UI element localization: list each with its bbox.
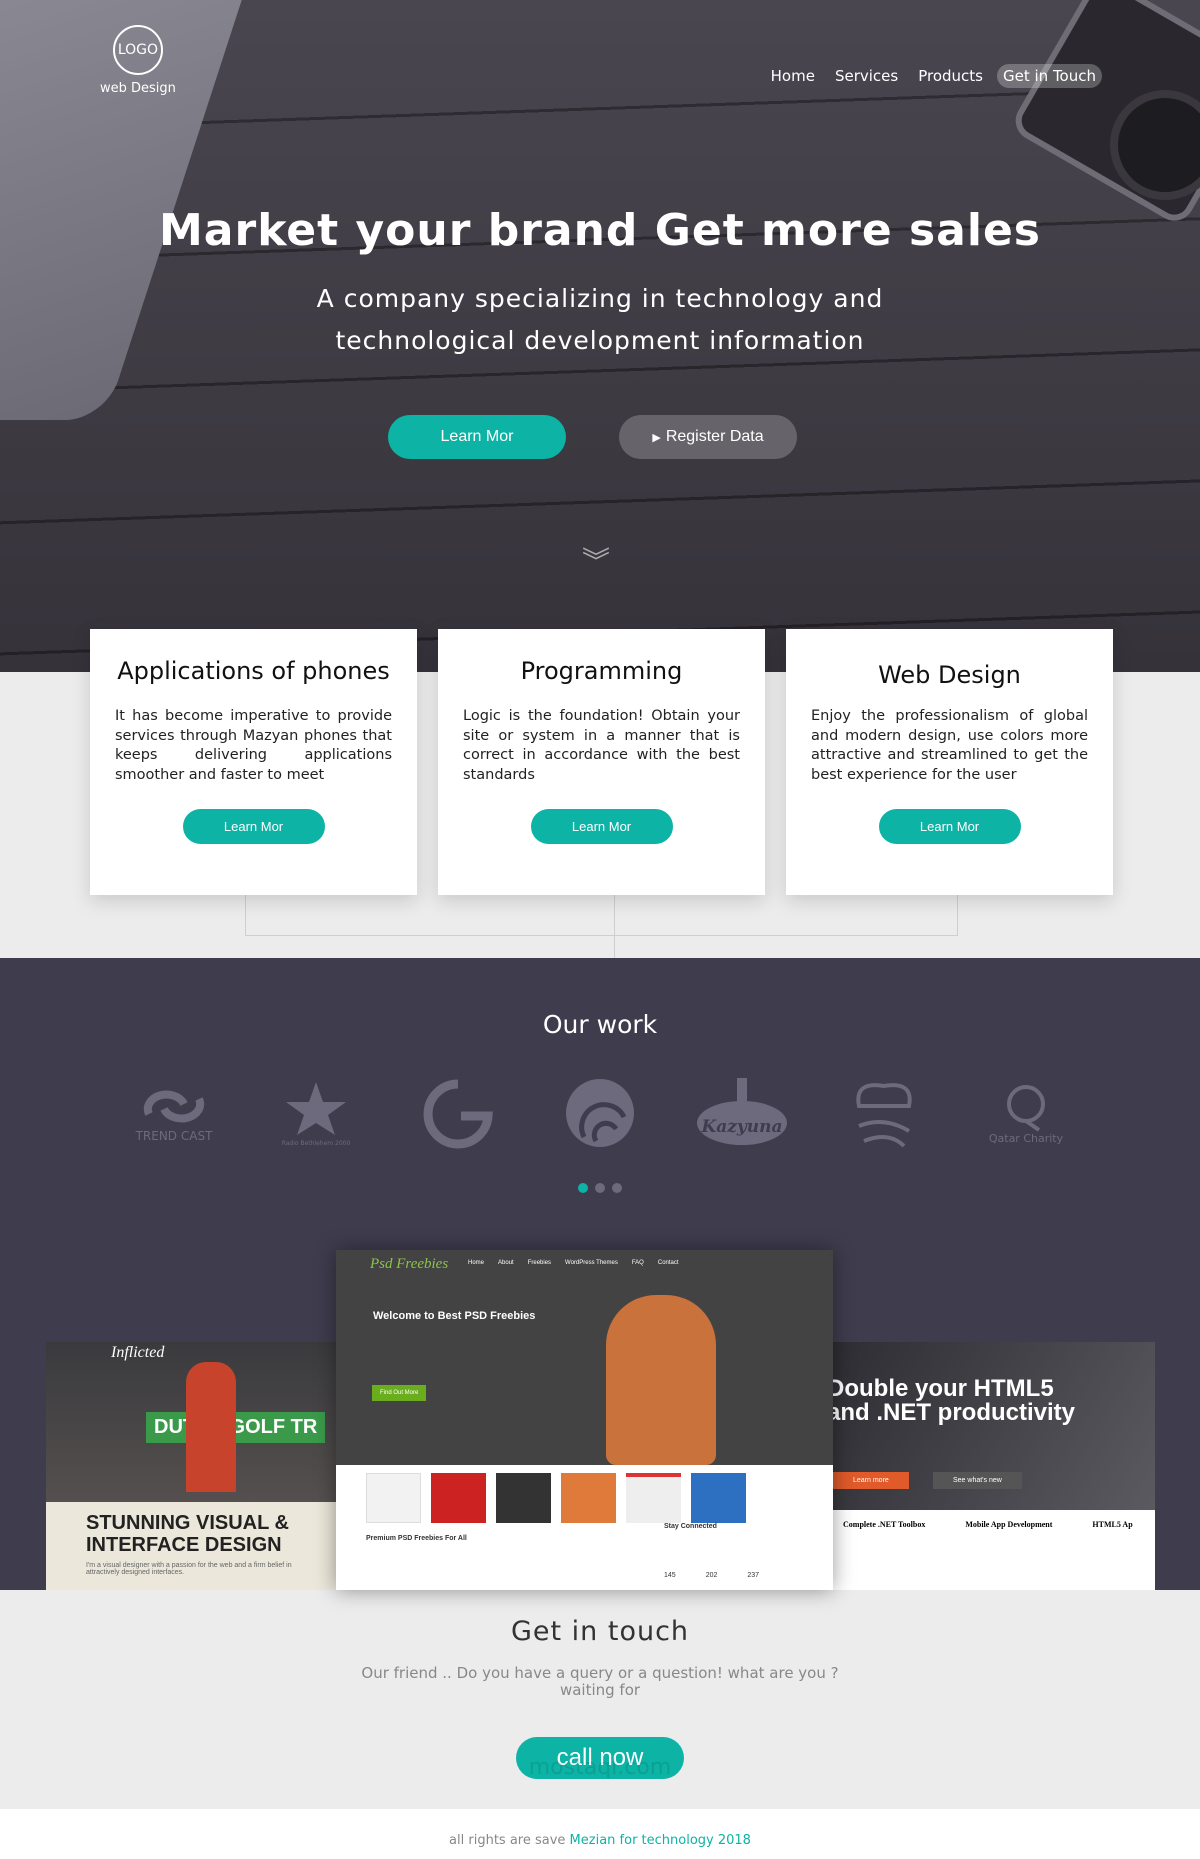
- logo-subtitle: web Design: [100, 81, 176, 96]
- card-learn-more-button[interactable]: Learn Mor: [530, 809, 673, 844]
- shot-menu-item: Home: [468, 1260, 485, 1266]
- shot-headline: STUNNING VISUAL & INTERFACE DESIGN: [86, 1512, 289, 1556]
- carousel-dots: [0, 1183, 1200, 1193]
- shot-body: I'm a visual designer with a passion for…: [86, 1562, 292, 1576]
- services-cards: Applications of phones It has become imp…: [90, 629, 1113, 895]
- globe-logo-icon: [566, 1079, 634, 1147]
- client-logos: TREND CAST Radio Bethlehem 2000 Kazyuna …: [0, 1073, 1200, 1153]
- chef-logo-icon: [856, 1082, 912, 1147]
- qatar-charity-logo-icon: [1007, 1084, 1045, 1132]
- hero: LOGO web Design Home Services Products G…: [0, 0, 1200, 672]
- client-logo-radio-bethlehem[interactable]: Radio Bethlehem 2000: [266, 1073, 366, 1153]
- client-logo-g[interactable]: [408, 1073, 508, 1153]
- footer: all rights are save Mezian for technolog…: [0, 1809, 1200, 1859]
- play-icon: ▶: [652, 431, 661, 444]
- shot-count: 237: [747, 1572, 760, 1579]
- client-logo-globe[interactable]: [550, 1073, 650, 1153]
- hero-subtitle-line2: technological development information: [335, 326, 865, 355]
- card-text: It has become imperative to provide serv…: [115, 708, 392, 783]
- footer-company-link[interactable]: Mezian for technology 2018: [570, 1833, 751, 1848]
- card-title: Applications of phones: [117, 657, 390, 685]
- shot-menu-item: Contact: [657, 1260, 679, 1266]
- carousel-dot[interactable]: [612, 1183, 622, 1193]
- nav-products[interactable]: Products: [912, 64, 989, 88]
- shot-section-title: Premium PSD Freebies For All: [366, 1535, 467, 1542]
- portfolio-shot-inflicted[interactable]: Inflicted DUTCH GOLF TR STUNNING VISUAL …: [46, 1342, 336, 1590]
- hero-subtitle-line1: A company specializing in technology and: [316, 284, 884, 313]
- shot-menu: Home About Freebies WordPress Themes FAQ Cont…: [468, 1260, 679, 1266]
- shot-section-title: Stay Connected: [664, 1523, 717, 1530]
- register-data-button[interactable]: ▶ Register Data: [619, 415, 797, 459]
- shot-welcome: Welcome to Best PSD Freebies: [373, 1310, 536, 1322]
- card-learn-more-button[interactable]: Learn Mor: [878, 809, 1021, 844]
- shot-count: 145: [664, 1572, 676, 1579]
- shot-count: 202: [705, 1572, 718, 1579]
- contact-title: Get in touch: [510, 1616, 690, 1647]
- trendcast-logo-icon: [143, 1090, 205, 1122]
- portfolio-shot-psd-freebies[interactable]: Psd Freebies Home About Freebies WordPress …: [336, 1250, 833, 1590]
- register-data-label: Register Data: [665, 428, 764, 445]
- hero-subtitle: A company specializing in technology and…: [0, 278, 1200, 362]
- chevron-double-down-icon[interactable]: ︾: [582, 540, 610, 580]
- connector-line: [245, 935, 958, 936]
- shot-col: HTML5 Ap: [1092, 1520, 1133, 1529]
- service-card: Programming Logic is the foundation! Obt…: [438, 629, 765, 895]
- g-logo-icon: [423, 1079, 493, 1148]
- card-title: Programming: [520, 657, 683, 685]
- carousel-dot[interactable]: [595, 1183, 605, 1193]
- connector-line: [957, 895, 958, 936]
- card-text: Enjoy the professionalism of global and …: [811, 708, 1088, 783]
- card-learn-more-button[interactable]: Learn Mor: [182, 809, 325, 844]
- learn-more-button[interactable]: Learn Mor: [388, 415, 566, 459]
- footer-text: all rights are save: [449, 1833, 566, 1848]
- connector-line: [614, 895, 615, 958]
- shot-menu-item: About: [498, 1260, 514, 1266]
- shot-thumbnails: [366, 1473, 803, 1523]
- client-name: Radio Bethlehem 2000: [281, 1140, 351, 1147]
- portfolio-shot-dotnet[interactable]: Double your HTML5 and .NET productivity L…: [833, 1342, 1155, 1590]
- main-nav: Home Services Products Get in Touch: [765, 64, 1102, 88]
- shot-cta: Find Out More: [372, 1385, 427, 1401]
- nav-services[interactable]: Services: [829, 64, 904, 88]
- shot-col: Mobile App Development: [965, 1520, 1053, 1529]
- section-title: Our work: [542, 1010, 658, 1039]
- shot-menu-item: WordPress Themes: [565, 1260, 618, 1266]
- client-name: TREND CAST: [135, 1128, 213, 1143]
- client-logo-kazyuna[interactable]: Kazyuna: [692, 1073, 792, 1153]
- shot-menu-item: Freebies: [527, 1260, 552, 1266]
- shot-brand: Inflicted: [111, 1344, 165, 1361]
- contact-section: Get in touch Our friend .. Do you have a…: [0, 1590, 1200, 1779]
- shot-menu-item: FAQ: [631, 1260, 644, 1266]
- connector-line: [245, 895, 246, 936]
- logo[interactable]: LOGO web Design: [100, 25, 176, 96]
- shot-learn-more: Learn more: [833, 1472, 909, 1489]
- service-card: Applications of phones It has become imp…: [90, 629, 417, 895]
- card-title: Web Design: [878, 661, 1021, 689]
- shot-headline-line1: Double your HTML5: [833, 1375, 1054, 1402]
- kazyuna-logo-icon: [697, 1078, 787, 1145]
- star-logo-icon: [286, 1082, 346, 1135]
- shot-counts: 145 202 237: [664, 1572, 759, 1579]
- shot-whats-new: See what's new: [933, 1472, 1022, 1489]
- watermark: mostaql.com: [528, 1755, 672, 1780]
- shot-col: Complete .NET Toolbox: [843, 1520, 926, 1529]
- logo-mark: LOGO: [112, 25, 163, 75]
- client-logo-qatar-charity[interactable]: Qatar Charity: [976, 1073, 1076, 1153]
- client-logo-trendcast[interactable]: TREND CAST: [124, 1073, 224, 1153]
- shot-headline-line2: and .NET productivity: [833, 1399, 1076, 1426]
- client-name: Kazyuna: [701, 1117, 783, 1137]
- shot-brand: Psd Freebies: [370, 1256, 449, 1272]
- hero-title: Market your brand Get more sales: [159, 205, 1041, 256]
- client-name: Qatar Charity: [988, 1131, 1064, 1145]
- nav-get-in-touch[interactable]: Get in Touch: [997, 64, 1102, 88]
- carousel-dot-active[interactable]: [578, 1183, 588, 1193]
- client-logo-chef[interactable]: [834, 1073, 934, 1153]
- shot-headline: Double your HTML5 and .NET productivity: [833, 1377, 1075, 1425]
- contact-text: Our friend .. Do you have a query or a q…: [361, 1664, 839, 1699]
- card-text: Logic is the foundation! Obtain your sit…: [463, 708, 740, 783]
- service-card: Web Design Enjoy the professionalism of …: [786, 629, 1113, 895]
- nav-home[interactable]: Home: [765, 64, 821, 88]
